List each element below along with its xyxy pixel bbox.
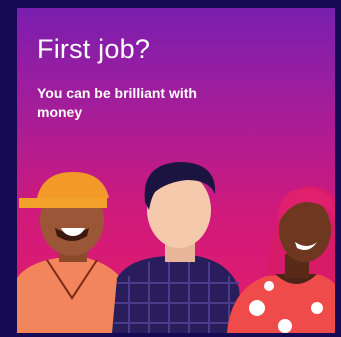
person-red-hair-polka-dot: [227, 186, 335, 333]
ad-frame: First job? You can be brilliant with mon…: [0, 0, 341, 337]
ad-banner[interactable]: First job? You can be brilliant with mon…: [17, 8, 335, 333]
person-dark-hair-plaid-shirt: [112, 162, 243, 333]
ad-subline: You can be brilliant with money: [37, 85, 197, 120]
people-illustration: [17, 162, 335, 333]
person-orange-cap: [17, 172, 129, 333]
ad-headline: First job?: [37, 34, 151, 64]
